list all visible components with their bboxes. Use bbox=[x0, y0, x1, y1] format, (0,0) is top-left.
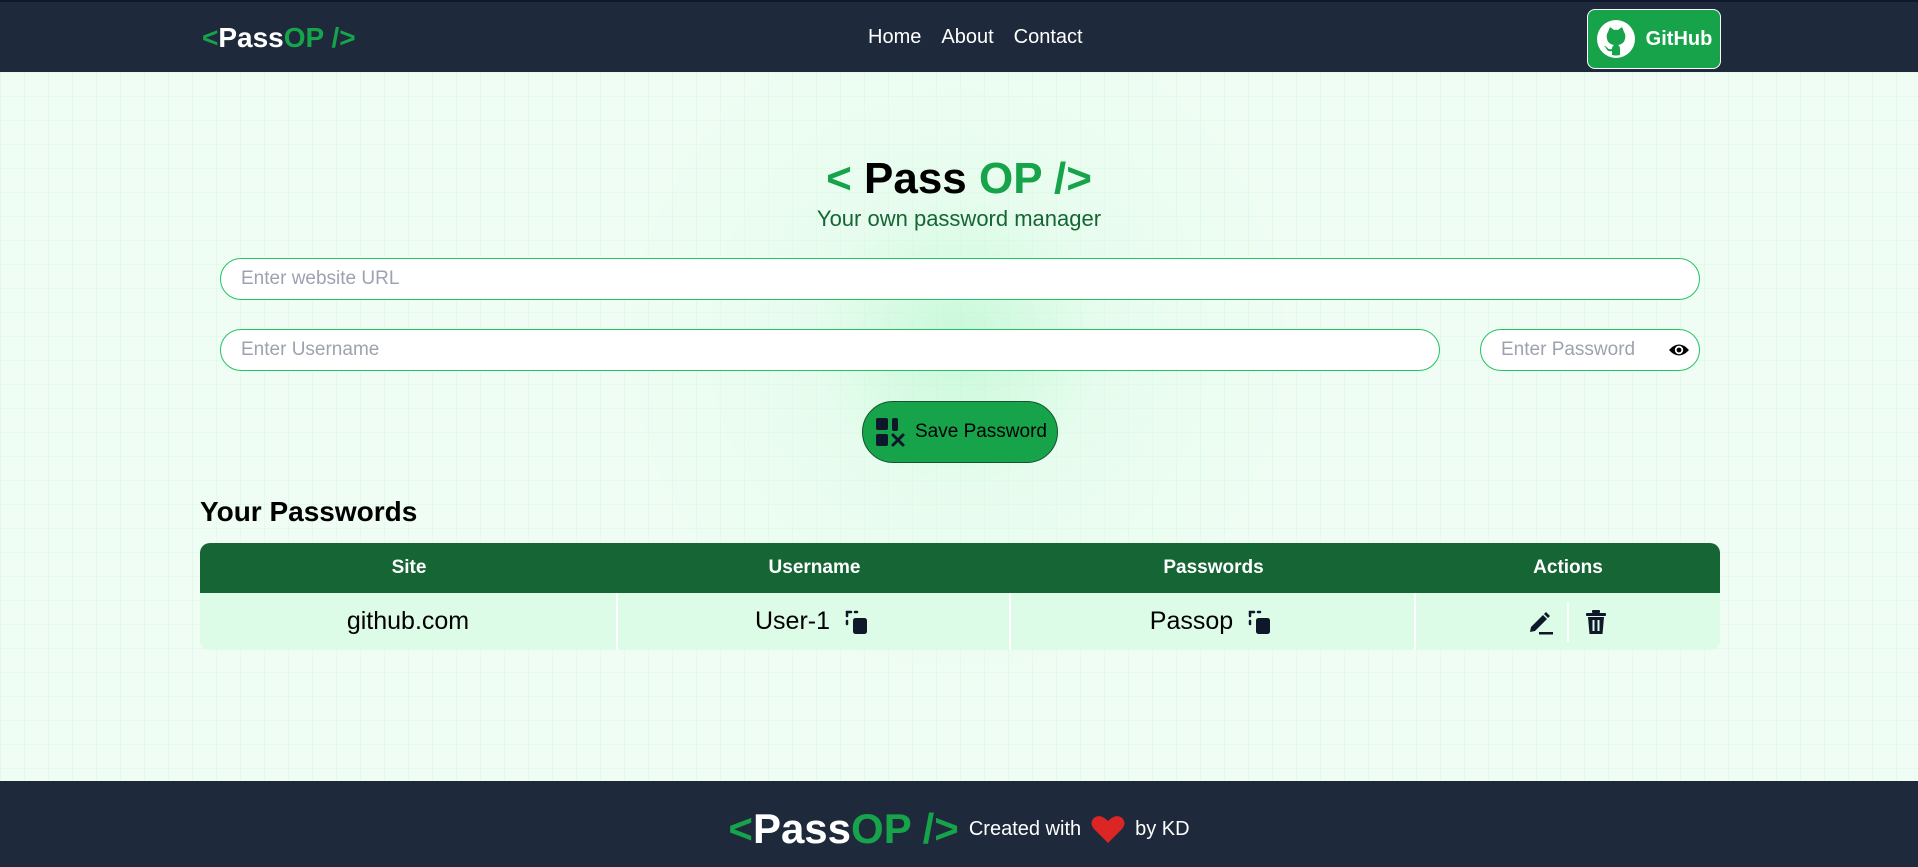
save-password-button[interactable]: Save Password bbox=[862, 401, 1058, 463]
github-label: GitHub bbox=[1645, 27, 1713, 50]
nav-link-contact[interactable]: Contact bbox=[1014, 26, 1083, 49]
logo-pass: Pass bbox=[218, 22, 284, 53]
copy-username-icon[interactable] bbox=[842, 607, 872, 637]
main-content: < Pass OP /> Your own password manager S… bbox=[0, 72, 1918, 781]
nav-logo[interactable]: <PassOP /> bbox=[202, 22, 356, 54]
copy-password-icon[interactable] bbox=[1245, 607, 1275, 637]
github-icon bbox=[1596, 20, 1635, 58]
column-header-passwords: Passwords bbox=[1163, 557, 1264, 578]
column-header-site: Site bbox=[391, 557, 427, 578]
footer-logo-pass: Pass bbox=[752, 805, 852, 852]
nav-link-home[interactable]: Home bbox=[868, 26, 921, 49]
cell-site: github.com bbox=[200, 593, 618, 650]
passwords-table: Site Username Passwords Actions github.c… bbox=[200, 543, 1720, 650]
cell-actions bbox=[1416, 593, 1720, 650]
footer-author-text: by KD bbox=[1135, 817, 1190, 840]
hero-pass: Pass bbox=[864, 154, 979, 203]
edit-icon[interactable] bbox=[1525, 607, 1555, 637]
footer-logo-open: < bbox=[728, 805, 753, 852]
delete-icon[interactable] bbox=[1581, 607, 1611, 637]
hero-close: /> bbox=[1041, 154, 1092, 203]
hero-op: OP bbox=[978, 154, 1042, 203]
username-input[interactable] bbox=[220, 329, 1440, 371]
logo-close: /> bbox=[323, 22, 356, 53]
username-text: User-1 bbox=[754, 607, 830, 635]
heart-icon bbox=[1091, 816, 1125, 843]
footer: <PassOP /> Created with by KD bbox=[0, 781, 1918, 867]
cell-password: Passop bbox=[1011, 593, 1416, 650]
nav-links: Home About Contact bbox=[868, 26, 1083, 49]
footer-logo-close: /> bbox=[910, 805, 959, 852]
add-password-icon bbox=[875, 418, 905, 447]
cell-username: User-1 bbox=[618, 593, 1011, 650]
footer-content: <PassOP /> Created with by KD bbox=[0, 805, 1918, 853]
footer-created-text: Created with bbox=[968, 817, 1082, 840]
navbar: <PassOP /> Home About Contact GitHub bbox=[0, 0, 1918, 72]
save-password-label: Save Password bbox=[914, 421, 1047, 442]
password-text: Passop bbox=[1149, 607, 1234, 635]
logo-op: OP bbox=[283, 22, 324, 53]
actions-divider bbox=[1567, 601, 1569, 642]
hero-subtitle: Your own password manager bbox=[816, 206, 1102, 231]
table-header: Site Username Passwords Actions bbox=[200, 543, 1720, 593]
footer-logo-op: OP bbox=[851, 805, 911, 852]
column-header-actions: Actions bbox=[1533, 557, 1603, 578]
password-input[interactable] bbox=[1480, 329, 1700, 371]
site-text[interactable]: github.com bbox=[347, 607, 469, 636]
passwords-heading: Your Passwords bbox=[200, 496, 418, 527]
hero-title: < Pass OP /> bbox=[0, 154, 1918, 204]
website-url-input[interactable] bbox=[220, 258, 1700, 300]
eye-icon[interactable] bbox=[1668, 341, 1690, 359]
table-row: github.com User-1 Passop bbox=[200, 593, 1720, 650]
github-button[interactable]: GitHub bbox=[1587, 9, 1721, 69]
nav-link-about[interactable]: About bbox=[941, 26, 993, 49]
password-field bbox=[1480, 329, 1700, 371]
hero-open: < bbox=[826, 154, 864, 203]
logo-open-bracket: < bbox=[202, 22, 219, 53]
footer-logo: <PassOP /> bbox=[728, 805, 958, 853]
column-header-username: Username bbox=[768, 557, 861, 578]
